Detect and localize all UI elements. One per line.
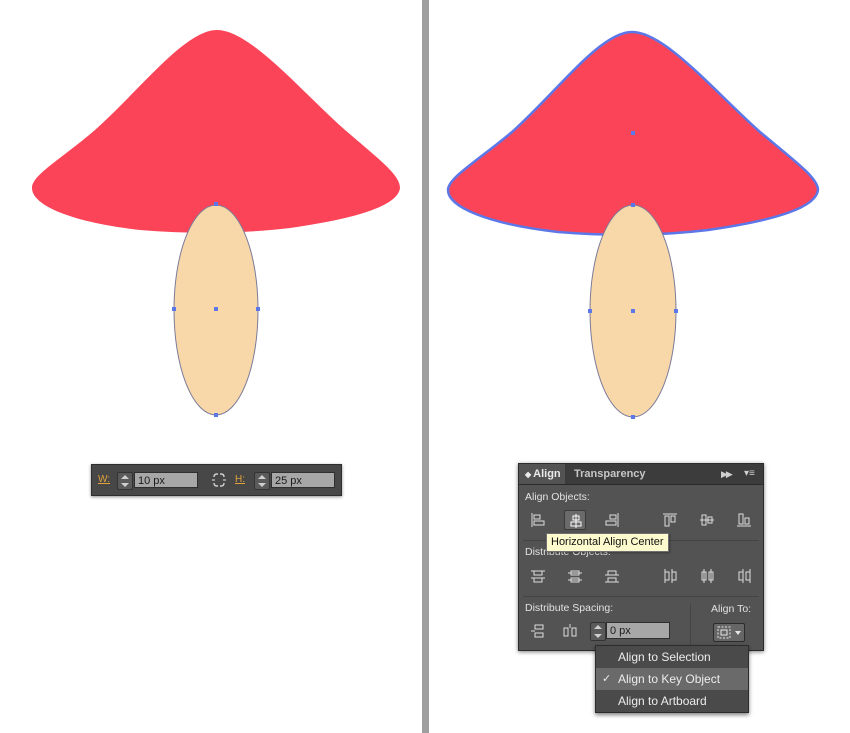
align-center-icon [570,514,582,528]
width-height-bar: W: 10 px H: 25 px [91,464,342,496]
height-field[interactable]: 25 px [271,472,335,488]
align-left-icon [531,513,545,527]
width-stepper[interactable] [117,472,133,490]
horizontal-align-right-button[interactable] [601,510,623,530]
panel-menu-icon[interactable]: ▾≡ [744,464,755,484]
vertical-distribute-top-button[interactable] [527,566,549,586]
vertical-distribute-bottom-button[interactable] [601,566,623,586]
align-top-icon [663,513,677,527]
left-artboard [32,30,400,417]
horizontal-distribute-left-button[interactable] [659,566,681,586]
vertical-distribute-center-button[interactable] [564,566,586,586]
width-label: W: [98,474,111,485]
spacing-separator [690,604,691,648]
distribute-bottom-icon [605,570,619,583]
horizontal-distribute-center-button[interactable] [696,566,718,586]
vertical-align-top-button[interactable] [659,510,681,530]
align-right-icon [605,513,619,527]
distribute-right-icon [738,569,751,583]
align-panel: ◆ Align Transparency ▶▶ ▾≡ Align Objects:… [518,463,764,651]
tab-transparency[interactable]: Transparency [566,464,646,484]
menu-item-align-to-artboard[interactable]: Align to Artboard [596,690,748,712]
distribute-hcenter-icon [701,569,714,583]
collapse-icon: ◆ [525,470,532,479]
align-bottom-icon [737,513,751,527]
spacing-field[interactable]: 0 px [606,622,670,639]
vertical-align-bottom-button[interactable] [733,510,755,530]
panel-divider [422,0,429,733]
panel-tabbar: ◆ Align Transparency ▶▶ ▾≡ [519,464,763,485]
distribute-spacing-label: Distribute Spacing: [525,602,614,614]
distribute-space-horizontal-icon [563,624,577,637]
horizontal-align-center-button[interactable] [564,510,586,530]
expand-panel-icon[interactable]: ▶▶ [721,464,733,484]
constrain-proportions-icon[interactable] [211,473,227,487]
spacing-stepper[interactable] [590,622,606,641]
distribute-space-vertical-icon [531,624,544,638]
align-to-key-object-icon [717,626,741,639]
horizontal-distribute-right-button[interactable] [733,566,755,586]
checkmark-icon: ✓ [602,673,612,685]
distribute-left-icon [664,569,677,583]
distribute-top-icon [531,570,545,583]
menu-item-align-to-key-object[interactable]: ✓ Align to Key Object [596,668,748,690]
vertical-align-center-button[interactable] [696,510,718,530]
horizontal-align-left-button[interactable] [527,510,549,530]
horizontal-distribute-space-button[interactable] [559,621,581,641]
vertical-distribute-space-button[interactable] [527,621,549,641]
tooltip-horizontal-align-center: Horizontal Align Center [546,533,669,552]
height-stepper[interactable] [254,472,270,490]
tab-align[interactable]: ◆ Align [519,464,565,484]
align-to-menu: Align to Selection ✓ Align to Key Object … [595,645,749,713]
align-middle-icon [700,514,714,526]
height-label: H: [235,474,245,485]
section-separator [523,596,759,597]
align-to-label: Align To: [711,603,752,615]
distribute-vcenter-icon [568,570,582,583]
align-objects-label: Align Objects: [525,491,590,503]
align-to-dropdown[interactable] [713,623,745,642]
menu-item-align-to-selection[interactable]: Align to Selection [596,646,748,668]
width-field[interactable]: 10 px [134,472,198,488]
